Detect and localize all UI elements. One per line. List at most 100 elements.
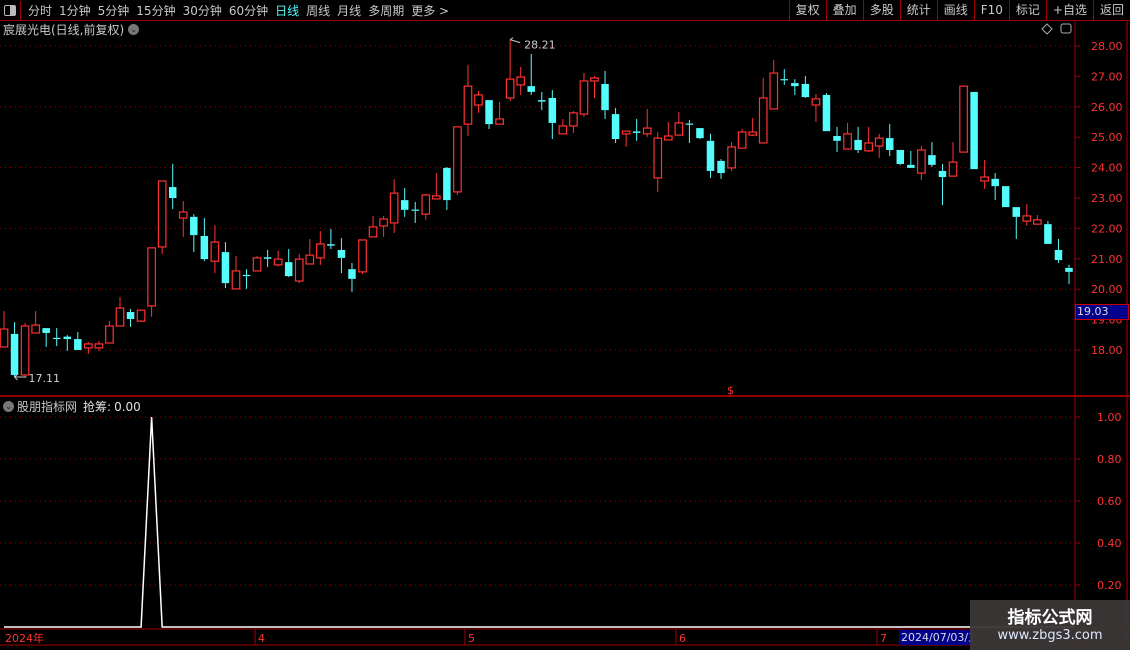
candle-up [368, 226, 378, 238]
candle-down [632, 131, 641, 133]
candle-up [959, 85, 968, 153]
indicator-tick-label: 1.00 [1097, 411, 1122, 424]
candle-down [1044, 224, 1052, 244]
candle-up [642, 127, 652, 135]
candle-down [696, 128, 704, 139]
candle-up [758, 97, 768, 144]
candle-up [748, 131, 758, 136]
candle-up [843, 133, 852, 150]
candle-down [1001, 186, 1010, 208]
candle-up [674, 122, 684, 136]
candle-down [190, 216, 198, 236]
cursor-date-label: 2024/07/03/三 [899, 630, 973, 645]
candle-down [42, 328, 50, 333]
diamond-icon [1041, 23, 1053, 35]
candle-up [463, 85, 473, 125]
candle-up [737, 131, 747, 149]
date-label: 2024年 [5, 631, 44, 645]
candle-up [516, 76, 526, 86]
candle-down [822, 94, 831, 132]
candle-up [864, 142, 874, 152]
candle-up [769, 72, 779, 110]
candle-down [685, 123, 694, 125]
candle-down [538, 100, 546, 102]
candle-down [548, 97, 557, 123]
candle-down [485, 100, 493, 125]
price-tick-label: 23.00 [1091, 192, 1123, 205]
price-tick-label: 20.00 [1091, 283, 1123, 296]
candle-up [105, 325, 114, 344]
candle-down [527, 86, 535, 92]
candle-down [1054, 249, 1063, 261]
high-arrow-icon [509, 37, 521, 44]
candle-up [31, 324, 40, 334]
candle-up [1022, 215, 1032, 222]
candle-down [1012, 207, 1021, 217]
candle-down [74, 339, 82, 350]
candle-up [917, 149, 926, 174]
candle-down [611, 114, 620, 140]
candle-down [928, 155, 936, 165]
candle-up [621, 130, 631, 135]
candle-up [569, 112, 578, 127]
panel-icon [1060, 23, 1072, 34]
candle-down [337, 249, 346, 258]
kline-chart[interactable]: 28.00 27.00 26.00 25.00 24.00 23.00 22.00 21.00… [0, 0, 1130, 650]
date-label: 7 [880, 632, 887, 645]
candle-down [348, 269, 356, 279]
candle-up [358, 239, 367, 273]
candle-down [938, 170, 947, 178]
candle-down [791, 83, 799, 87]
candle-up [136, 309, 146, 322]
watermark-title: 指标公式网 [1007, 608, 1093, 628]
candle-down [601, 84, 609, 111]
candle-up [305, 254, 315, 265]
date-label: 4 [258, 632, 265, 645]
candle-up [874, 137, 884, 147]
candle-up [948, 161, 958, 177]
candle-down [970, 91, 978, 170]
candle-up [495, 118, 504, 125]
candle-down [854, 139, 862, 150]
candle-down [717, 160, 725, 174]
low-price-label: 17.11 [29, 372, 61, 385]
watermark: 指标公式网 www.zbgs3.com [970, 600, 1130, 650]
candle-down [263, 257, 272, 259]
candle-up [315, 243, 325, 259]
current-price-label: 19.03 [1075, 304, 1129, 320]
candle-down [284, 262, 293, 277]
price-tick-label: 18.00 [1091, 344, 1123, 357]
candle-down [443, 167, 451, 201]
candle-down [126, 312, 135, 319]
candle-up [157, 180, 167, 248]
price-tick-label: 27.00 [1091, 70, 1123, 83]
date-label: 6 [679, 632, 686, 645]
candle-up [94, 343, 104, 349]
candle-down [242, 274, 251, 277]
candle-up [653, 137, 663, 179]
indicator-line [4, 416, 1075, 628]
indicator-tick-label: 0.20 [1097, 579, 1122, 592]
candle-up [727, 146, 736, 169]
candle-up [421, 194, 431, 215]
watermark-url: www.zbgs3.com [997, 628, 1103, 643]
candle-up [0, 328, 9, 348]
candle-up [980, 176, 989, 182]
candle-down [780, 79, 789, 81]
date-label: 5 [468, 632, 475, 645]
candle-down [168, 187, 177, 198]
candle-down [991, 178, 999, 187]
candle-down [400, 200, 409, 210]
candle-down [200, 236, 209, 260]
candle-up [84, 343, 93, 349]
candle-down [327, 244, 335, 246]
price-tick-label: 25.00 [1091, 131, 1123, 144]
candle-up [273, 258, 283, 266]
price-tick-label: 24.00 [1091, 162, 1123, 175]
candle-up [252, 257, 262, 272]
candle-down [221, 252, 230, 284]
candle-down [10, 333, 19, 375]
candle-up [294, 258, 304, 282]
candle-up [505, 78, 515, 99]
candle-down [706, 140, 715, 171]
